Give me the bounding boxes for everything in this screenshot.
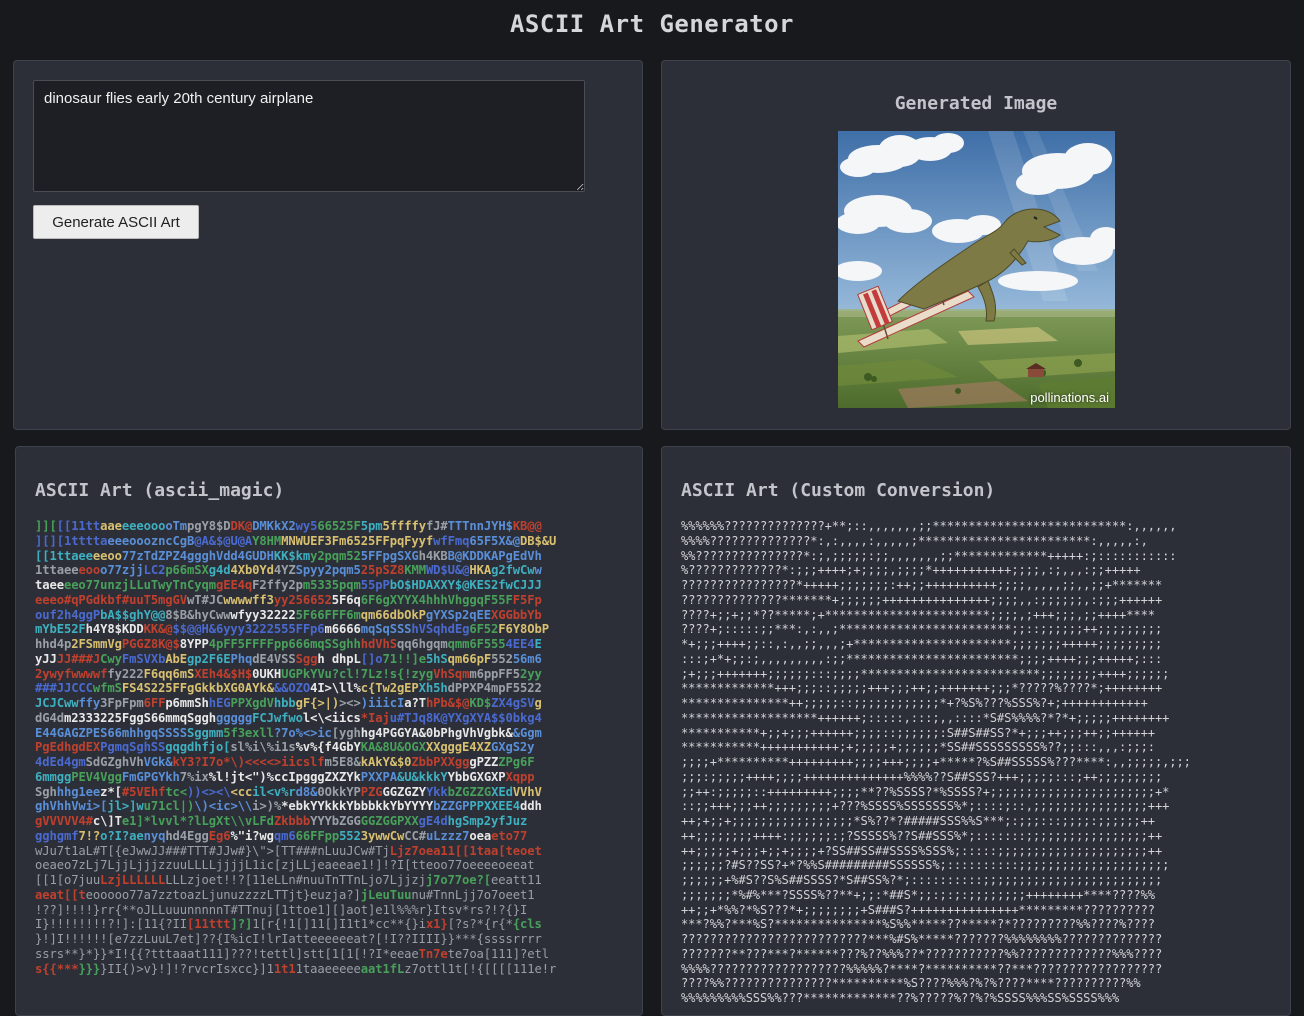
ascii-magic-output: ]][[[11ttaaeeeeooooTmpgY8$DDK@DMKkX2wy56… <box>35 519 556 976</box>
ascii-line: ++;+;;+;;;;;;;;;;;;;;;;;*S%??*?#####SSS%… <box>681 814 1155 828</box>
ascii-line: }!]I!!!!!![e7zzLuuL7et]??{I%icI!lrIattee… <box>35 932 542 946</box>
generated-image: pollinations.ai <box>838 131 1115 408</box>
ascii-line: ????????????????*+++++;;;;;;;:++;;++++++… <box>681 578 1163 592</box>
ascii-line: Sghhhg1eez*[#5VEhftc<))<><\<ccil<v%rd8&0… <box>35 784 542 799</box>
ascii-line: 4dEd4gmSdGZghVhVGk&kY3?I7o*\)<<<<>iicslf… <box>35 755 535 769</box>
ascii-line: hhd4p2FSmmVgPGGZ8K@$8YPP4pFF5FFFFpp666mq… <box>35 637 542 651</box>
ascii-line: 1ttaeeeooo77zjjLC2p66mSXg4d4Xb0Yd4YZSpyy… <box>35 563 542 578</box>
ascii-line: eeeo#qPGdkbf#uuT5mgGVwT#JCwwwwff3yy25665… <box>35 592 542 607</box>
ascii-line: ????+;:::::;;***:,:,,;******************… <box>681 622 1163 637</box>
generate-ascii-button[interactable]: Generate ASCII Art <box>33 205 199 239</box>
custom-conversion-heading: ASCII Art (Custom Conversion) <box>681 480 996 501</box>
ascii-line: ??????????????????????????***%#S%*****??… <box>681 932 1163 946</box>
ascii-line: aeat[[teooooo77a7zztoazLjunuzzzzLTTjt}eu… <box>35 887 535 902</box>
ascii-line: %%%%%%??????????????+**;::,,,,,,,;;*****… <box>681 519 1177 533</box>
ascii-line: ]][[[11ttaaeeeeooooTmpgY8$DDK@DMKkX2wy56… <box>35 519 542 533</box>
ascii-line: ;;;;;;?#S??SS?+*?%%S#########SSSSSS%;:::… <box>681 858 1170 873</box>
dinosaur-airplane-image <box>838 131 1115 408</box>
ascii-line: ;;;;+**********+++++++++;;;;+++;;;;+****… <box>681 755 1191 769</box>
ascii-line: *************+++;;;::;;;;;+++;;;++;;++++… <box>681 681 1163 696</box>
ascii-line: ;;;:;;;;;++++;;;;++++++++++++++%%%%??S##… <box>681 769 1163 784</box>
ascii-line: JCJCwwffy3FpFpm6FFp6mmShhEGPPXgdVhbbgF{>… <box>35 696 542 710</box>
ascii-line: 6mmggPEV4VggFmGPGYkh7%ix%l!jt<")%ccIpggg… <box>35 769 535 784</box>
ascii-line: ###JJCCCwfmSFS4S225FFgGkkbXG0AYk&&&OZO4I… <box>35 681 542 696</box>
ascii-line: 2ywyfwwwwffy222F6qq6mSXEh4&$H$0UKHUGPkYV… <box>35 666 542 681</box>
watermark-text: pollinations.ai <box>1030 390 1109 405</box>
ascii-line: ;;++:;;;;;::+++++++++;;;;**??%SSSS?*%SSS… <box>681 784 1170 799</box>
ascii-line: ][][1ttttaeeeooozncCgB@A&$@U@AY8HMMNWUEF… <box>35 533 557 548</box>
app-title: ASCII Art Generator <box>509 10 795 38</box>
ascii-line: ssrs**}*}}*I!{{?tttaaat111]???!tettl]stt… <box>35 946 549 961</box>
ascii-line: %%%%???????????????????%%%%%?****?******… <box>681 961 1163 976</box>
ascii-line: ;;;;;;;*%#%***?SSSS%??**+;;:*##S*;;:;:;:… <box>681 887 1155 902</box>
generated-image-heading: Generated Image <box>894 93 1058 114</box>
ascii-line: %%%%??????????????*:,:,,,,:,,,,,;*******… <box>681 533 1148 548</box>
ascii-line: ;;;;;;+%#S??S%S##SSSS?*S##SS%?*;::::::::… <box>681 873 1163 887</box>
ascii-line: ++;;;;;+;;;+;;+;;;;+?SS##SS##SSSS%SSS%;:… <box>681 843 1163 858</box>
ascii-line: ***********+++++++++++;+;;;;;+;;;;;;*SS#… <box>681 740 1155 755</box>
ascii-line: ??????????????*******+;;;;;;++++++++++++… <box>681 592 1163 607</box>
ascii-line: gghgmf7!?o?I?aenyqhd4EggEg6%"i?wgqm666FF… <box>35 828 528 843</box>
prompt-panel: dinosaur flies early 20th century airpla… <box>13 60 643 430</box>
ascii-line: *+;;;++++;;::,:,,;;,,,;+****************… <box>681 637 1163 651</box>
ascii-line: *******************++++++;:::::,:::;,,::… <box>681 710 1170 725</box>
ascii-line: ouf2h4ggPbA$$ghY@@8$B&hyCwwwfyy322225F66… <box>35 607 542 622</box>
ascii-line: [[1ttaeeeeoo77zTdZPZ4ggghVdd4GUDHKK$kmy2… <box>35 548 542 563</box>
ascii-line: PgEdhgdEXPgmqSghSSgqgdhfjo[sl%i\%i1s%v%{… <box>35 740 535 755</box>
ascii-line: ++;;+*%%?*%S???*+;;;;;;;;+S###S?++++++++… <box>681 902 1155 917</box>
ascii-magic-heading: ASCII Art (ascii_magic) <box>35 480 285 501</box>
ascii-line: ????%%???????????????**********%S????%%%… <box>681 976 1141 991</box>
ascii-line: [[1[o7juuLzjLLLLLLLLLzjoet!!?[11eLLn#nuu… <box>35 873 542 887</box>
ascii-line: ????+;;+;;*??*****;+********************… <box>681 607 1155 622</box>
ascii-line: :::;+*+;;:;,,,,,,,,,:;;*****************… <box>681 651 1163 666</box>
ascii-line: ???????**???***?******???%??%%%??*??????… <box>681 946 1163 961</box>
ascii-line: %?????????????*:;;;++++;+;;;;,;;;;*+++++… <box>681 563 1141 578</box>
ascii-line: mYbE52Fh4Y8$KDDKK&@$$@@H&6yyy3222555FFp6… <box>35 622 549 637</box>
ascii-line: gVVVVV4#c\]Te1]*lvvl*?lLgXt\\vLFdZkbbbYY… <box>35 814 528 828</box>
ascii-line: taeeeeo77unzjLLuTwyTnCyqmgEE4qF2ffy2pm53… <box>35 578 542 592</box>
prompt-input[interactable]: dinosaur flies early 20th century airpla… <box>33 80 585 192</box>
ascii-line: %%???????????????*:;,;;;;;:;;,,,,,,,;;**… <box>681 548 1177 563</box>
ascii-line: oeaeo7zLj7LjjLjjjzzuuLLLLjjjjL1ic[zjLLje… <box>35 858 535 873</box>
ascii-line: ***?%%?***%S?***************%S%%*****??*… <box>681 917 1155 932</box>
custom-conversion-panel: ASCII Art (Custom Conversion) %%%%%%????… <box>661 446 1291 1016</box>
ascii-line: ++;;;;;;;;++++:;;;;;;:;?SSSSS%??S##SSS%*… <box>681 828 1163 843</box>
ascii-magic-panel: ASCII Art (ascii_magic) ]][[[11ttaaeeeeo… <box>15 446 643 1016</box>
ascii-line: I}!!!!!!!!?!]:[11{?II[11ttt]?]1[r{!1[]11… <box>35 917 542 932</box>
generated-image-panel: Generated Image pollinations.ai <box>661 60 1291 430</box>
ascii-line: s{{***}}}}II{)>v}!]!?rvcrIsxcc}]11t11taa… <box>35 961 557 976</box>
ascii-line: !??]!!!!}rr{**oJLLuuunnnnnT#TTnuj[1ttoe1… <box>35 902 528 917</box>
ascii-line: ***************++;;;;;::;;;;;;;;;;;;*+?%… <box>681 696 1148 710</box>
ascii-line: ;+;;;+++++++;;;;;;:::;;;;***************… <box>681 666 1170 681</box>
ascii-line: yJJJJ###JCwyFmSVXbAbEgp2F6EPhqdE4VSSSggh… <box>35 651 542 666</box>
ascii-line: wJu7t1aL#T[{eJwwJJ###TTT#JJw#}\">[TT###n… <box>35 843 542 858</box>
ascii-line: dG4dm2333225FggS66mmqSgghgggggFCJwfwol<\… <box>35 710 542 725</box>
ascii-line: ghVhhVwi>[jl>]wu71cl|)\)<ic>\\i>)%*ebkYY… <box>35 799 542 814</box>
ascii-line: %%%%%%%%%SSS%%???*************??%?????%?… <box>681 991 1120 1005</box>
ascii-line: ***********+;;+;;;++++++;;;;::;;;;;;:S##… <box>681 725 1155 740</box>
ascii-line: ::;;+++;;;++;;;;;;;;;+???%SSSS%SSSSSSS%*… <box>681 799 1170 814</box>
custom-conversion-output: %%%%%%??????????????+**;::,,,,,,,;;*****… <box>681 519 1191 1006</box>
ascii-line: E44GAGZPES66mhhgqSSSSSggmm5f3exll?7o%<>i… <box>35 725 542 740</box>
